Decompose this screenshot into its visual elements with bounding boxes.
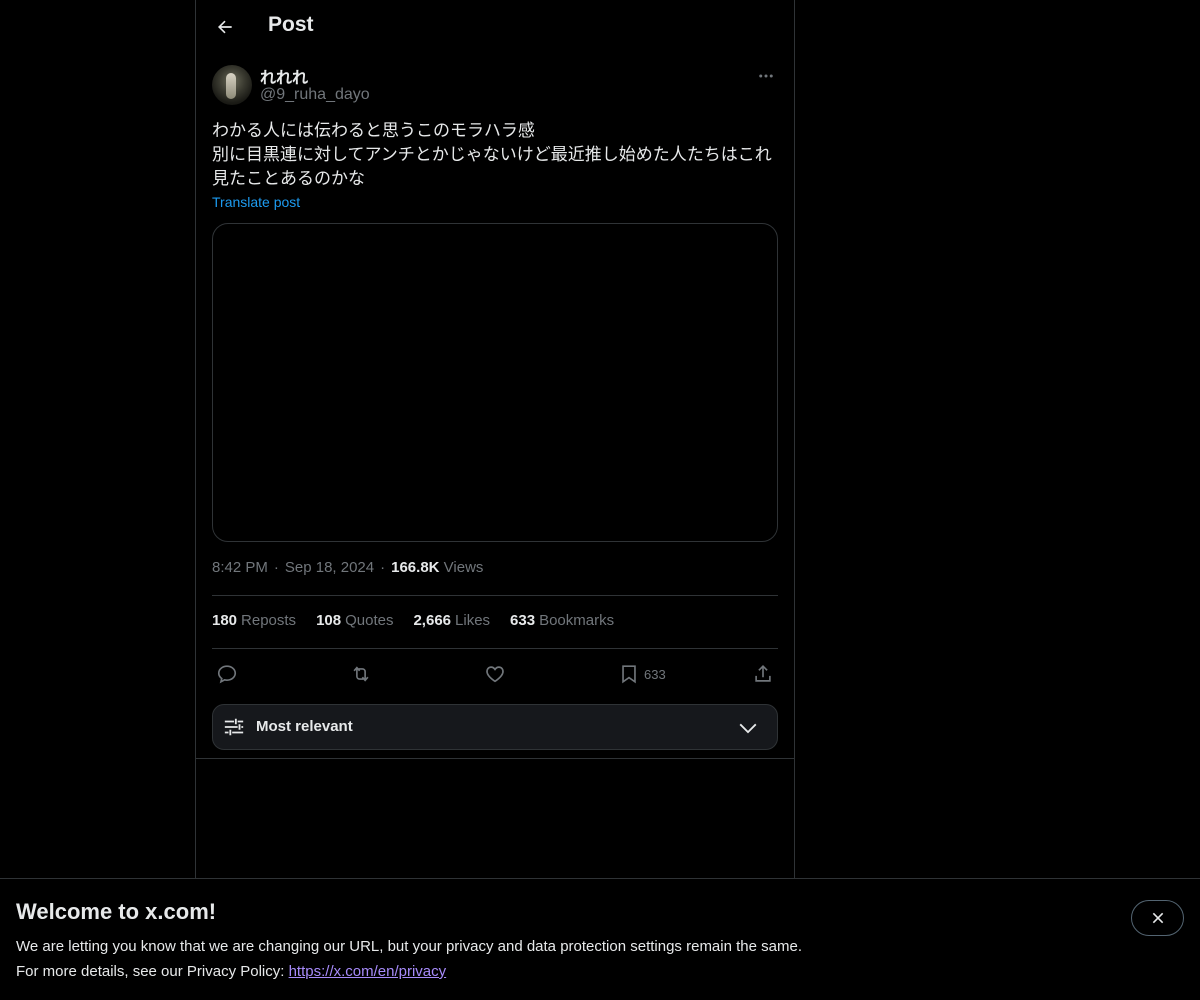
divider — [196, 758, 794, 759]
more-options-button[interactable] — [754, 64, 778, 88]
reply-sort-dropdown[interactable]: Most relevant — [212, 704, 778, 750]
reposts-stat[interactable]: 180 Reposts — [212, 612, 296, 629]
reply-icon — [217, 665, 237, 684]
banner-title: Welcome to x.com! — [16, 899, 217, 924]
post-text-line: 見たことあるのかな — [212, 169, 365, 189]
repost-button[interactable] — [350, 658, 372, 690]
post-text-line: 別に目黒連に対してアンチとかじゃないけど最近推し始めた人たちはこれ — [212, 145, 772, 165]
bookmark-icon — [622, 665, 636, 684]
author-handle[interactable]: @9_ruha_dayo — [260, 86, 370, 104]
share-button[interactable] — [752, 658, 774, 690]
page-title: Post — [268, 13, 314, 36]
avatar[interactable] — [212, 65, 252, 105]
bookmark-button[interactable]: 633 — [618, 658, 666, 690]
main-column: Post れれれ @9_ruha_dayo わかる人には伝わると思うこのモラハラ… — [195, 0, 795, 1000]
engagement-stats: 180 Reposts 108 Quotes 2,666 Likes 633 Bookm… — [212, 612, 614, 629]
more-horizontal-icon — [759, 74, 773, 78]
close-banner-button[interactable] — [1131, 900, 1184, 936]
views-label: Views — [443, 559, 484, 576]
bookmarks-stat[interactable]: 633 Bookmarks — [510, 612, 614, 629]
post-author: れれれ @9_ruha_dayo — [212, 64, 778, 108]
meta-separator: · — [380, 559, 386, 576]
likes-stat[interactable]: 2,666 Likes — [413, 612, 490, 629]
bookmark-count: 633 — [644, 666, 666, 682]
sliders-icon — [224, 718, 244, 736]
close-icon — [1152, 912, 1163, 924]
chevron-down-icon — [739, 723, 757, 734]
page-header: Post — [196, 0, 794, 54]
privacy-policy-link[interactable]: https://x.com/en/privacy — [289, 963, 447, 980]
author-display-name[interactable]: れれれ — [260, 64, 308, 88]
heart-icon — [486, 666, 504, 683]
post-text-line: わかる人には伝わると思うこのモラハラ感 — [212, 121, 535, 141]
post-text: わかる人には伝わると思うこのモラハラ感 別に目黒連に対してアンチとかじゃないけど… — [212, 119, 782, 191]
welcome-banner: Welcome to x.com! We are letting you kno… — [0, 878, 1200, 1000]
sort-label: Most relevant — [256, 718, 353, 735]
action-bar: 633 — [212, 658, 778, 690]
post-date[interactable]: Sep 18, 2024 — [285, 559, 374, 576]
post-media[interactable] — [212, 223, 778, 542]
translate-post-link[interactable]: Translate post — [212, 194, 300, 210]
divider — [212, 648, 778, 649]
meta-separator: · — [273, 559, 279, 576]
views-count: 166.8K — [391, 559, 440, 576]
post-meta: 8:42 PM · Sep 18, 2024 · 166.8K Views — [212, 559, 483, 576]
share-icon — [755, 665, 771, 682]
banner-message: We are letting you know that we are chan… — [16, 938, 802, 955]
post-time[interactable]: 8:42 PM — [212, 559, 268, 576]
reply-button[interactable] — [216, 658, 238, 690]
like-button[interactable] — [484, 658, 506, 690]
arrow-left-icon — [218, 20, 232, 34]
banner-privacy-line: For more details, see our Privacy Policy… — [16, 963, 447, 980]
quotes-stat[interactable]: 108 Quotes — [316, 612, 393, 629]
divider — [212, 595, 778, 596]
repost-icon — [353, 666, 369, 682]
back-button[interactable] — [208, 10, 242, 44]
